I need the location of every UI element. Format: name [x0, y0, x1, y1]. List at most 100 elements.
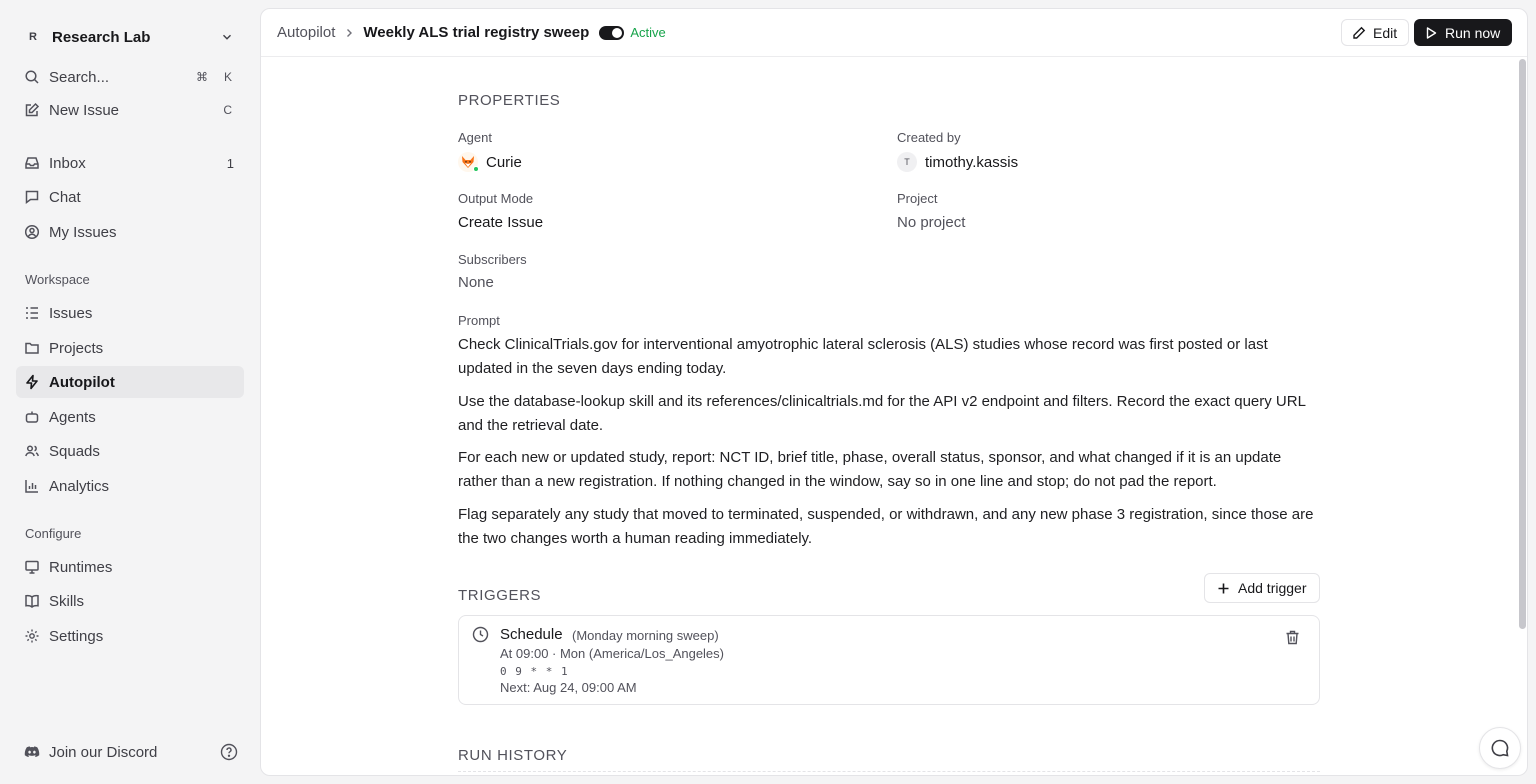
- trigger-schedule: At 09:00 · Mon (America/Los_Angeles): [500, 646, 724, 661]
- book-icon: [24, 593, 40, 609]
- workspace-switcher[interactable]: R Research Lab: [16, 22, 244, 52]
- run-now-button[interactable]: Run now: [1414, 19, 1512, 46]
- new-issue-label: New Issue: [49, 101, 120, 119]
- edit-icon: [24, 102, 40, 118]
- properties-heading: PROPERTIES: [458, 92, 561, 109]
- workspace-name: Research Lab: [52, 28, 151, 46]
- kbd-cmd: ⌘: [195, 70, 208, 84]
- subscribers-label: Subscribers: [458, 252, 527, 267]
- discord-link[interactable]: Join our Discord: [16, 736, 244, 768]
- project-label: Project: [897, 191, 938, 206]
- edit-button[interactable]: Edit: [1341, 19, 1409, 46]
- output-mode-value[interactable]: Create Issue: [458, 214, 543, 231]
- workspace-section-label: Workspace: [25, 272, 90, 287]
- edit-label: Edit: [1373, 24, 1398, 41]
- search-label: Search...: [49, 68, 110, 86]
- inbox-icon: [24, 155, 40, 171]
- sidebar-item-label: Settings: [49, 627, 104, 645]
- monitor-icon: [24, 559, 40, 575]
- header-bar: Autopilot Weekly ALS trial registry swee…: [261, 9, 1527, 57]
- project-value[interactable]: No project: [897, 214, 965, 231]
- play-icon: [1426, 26, 1437, 39]
- created-by-label: Created by: [897, 130, 961, 145]
- sidebar-item-settings[interactable]: Settings: [16, 620, 244, 652]
- trigger-cron: 0 9 * * 1: [500, 665, 569, 678]
- configure-section-label: Configure: [25, 526, 82, 541]
- users-icon: [24, 443, 40, 459]
- sidebar-item-label: Issues: [49, 304, 93, 322]
- agent-value[interactable]: Curie: [458, 152, 522, 172]
- prompt-paragraph: Flag separately any study that moved to …: [458, 506, 1314, 547]
- clock-icon: [472, 626, 489, 643]
- new-issue-button[interactable]: New Issue C: [16, 94, 244, 126]
- agent-label: Agent: [458, 130, 492, 145]
- sidebar-item-label: Autopilot: [49, 373, 115, 391]
- trigger-type: Schedule: [500, 626, 563, 643]
- discord-label: Join our Discord: [49, 743, 158, 761]
- help-icon[interactable]: [220, 743, 238, 761]
- sidebar: R Research Lab Search... ⌘ K New Issue C …: [0, 0, 260, 784]
- run-now-label: Run now: [1445, 24, 1501, 41]
- sidebar-item-agents[interactable]: Agents: [16, 401, 244, 433]
- pencil-icon: [1353, 26, 1366, 39]
- sidebar-item-label: My Issues: [49, 223, 117, 241]
- sidebar-item-analytics[interactable]: Analytics: [16, 470, 244, 502]
- sidebar-item-chat[interactable]: Chat: [16, 181, 244, 213]
- avatar: T: [897, 152, 917, 172]
- robot-icon: [24, 409, 40, 425]
- inbox-count-badge: 1: [226, 155, 234, 171]
- trigger-card[interactable]: Schedule (Monday morning sweep) At 09:00…: [458, 615, 1320, 705]
- sidebar-item-label: Projects: [49, 339, 104, 357]
- creator-name: timothy.kassis: [925, 153, 1019, 171]
- sidebar-item-label: Squads: [49, 442, 100, 460]
- lightning-icon: [24, 374, 40, 390]
- workspace-avatar: R: [29, 31, 37, 43]
- breadcrumb-autopilot[interactable]: Autopilot: [277, 24, 335, 41]
- main-panel: Autopilot Weekly ALS trial registry swee…: [260, 8, 1528, 776]
- kbd-k: K: [223, 70, 232, 84]
- output-mode-label: Output Mode: [458, 191, 534, 206]
- sidebar-item-label: Analytics: [49, 477, 110, 495]
- prompt-paragraph: Use the database-lookup skill and its re…: [458, 393, 1306, 434]
- sidebar-item-runtimes[interactable]: Runtimes: [16, 551, 244, 583]
- run-history-list: [458, 771, 1320, 775]
- sidebar-item-label: Runtimes: [49, 558, 113, 576]
- chat-fab-button[interactable]: [1479, 727, 1521, 769]
- sidebar-item-projects[interactable]: Projects: [16, 332, 244, 364]
- agent-name: Curie: [486, 153, 522, 171]
- active-toggle[interactable]: [599, 25, 625, 40]
- gear-icon: [24, 628, 40, 644]
- sidebar-item-squads[interactable]: Squads: [16, 435, 244, 467]
- bar-chart-icon: [24, 478, 40, 494]
- add-trigger-button[interactable]: Add trigger: [1204, 573, 1320, 603]
- triggers-heading: TRIGGERS: [458, 587, 542, 604]
- chat-icon: [24, 189, 40, 205]
- sidebar-item-label: Inbox: [49, 154, 86, 172]
- trigger-name: (Monday morning sweep): [572, 628, 719, 643]
- trigger-next-run: Next: Aug 24, 09:00 AM: [500, 680, 637, 695]
- sidebar-item-inbox[interactable]: Inbox 1: [16, 147, 244, 179]
- folder-icon: [24, 340, 40, 356]
- prompt-label: Prompt: [458, 313, 500, 328]
- new-issue-shortcut: C: [223, 103, 232, 117]
- sidebar-item-issues[interactable]: Issues: [16, 297, 244, 329]
- status-badge: Active: [630, 25, 666, 40]
- search-button[interactable]: Search... ⌘ K: [16, 61, 244, 93]
- trash-icon[interactable]: [1284, 629, 1301, 646]
- prompt-paragraph: For each new or updated study, report: N…: [458, 449, 1282, 490]
- message-circle-icon: [1491, 739, 1509, 757]
- agent-avatar: [458, 152, 479, 172]
- sidebar-item-autopilot[interactable]: Autopilot: [16, 366, 244, 398]
- prompt-paragraph: Check ClinicalTrials.gov for interventio…: [458, 336, 1268, 377]
- run-history-heading: RUN HISTORY: [458, 747, 568, 764]
- chevron-down-icon: [223, 34, 231, 40]
- discord-icon: [24, 744, 40, 760]
- chevron-right-icon: [347, 28, 353, 37]
- sidebar-item-my-issues[interactable]: My Issues: [16, 216, 244, 248]
- sidebar-item-skills[interactable]: Skills: [16, 585, 244, 617]
- scrollbar[interactable]: [1519, 59, 1526, 629]
- online-status-dot: [473, 166, 479, 172]
- sidebar-item-label: Agents: [49, 408, 96, 426]
- sidebar-item-label: Skills: [49, 592, 85, 610]
- subscribers-value[interactable]: None: [458, 274, 494, 291]
